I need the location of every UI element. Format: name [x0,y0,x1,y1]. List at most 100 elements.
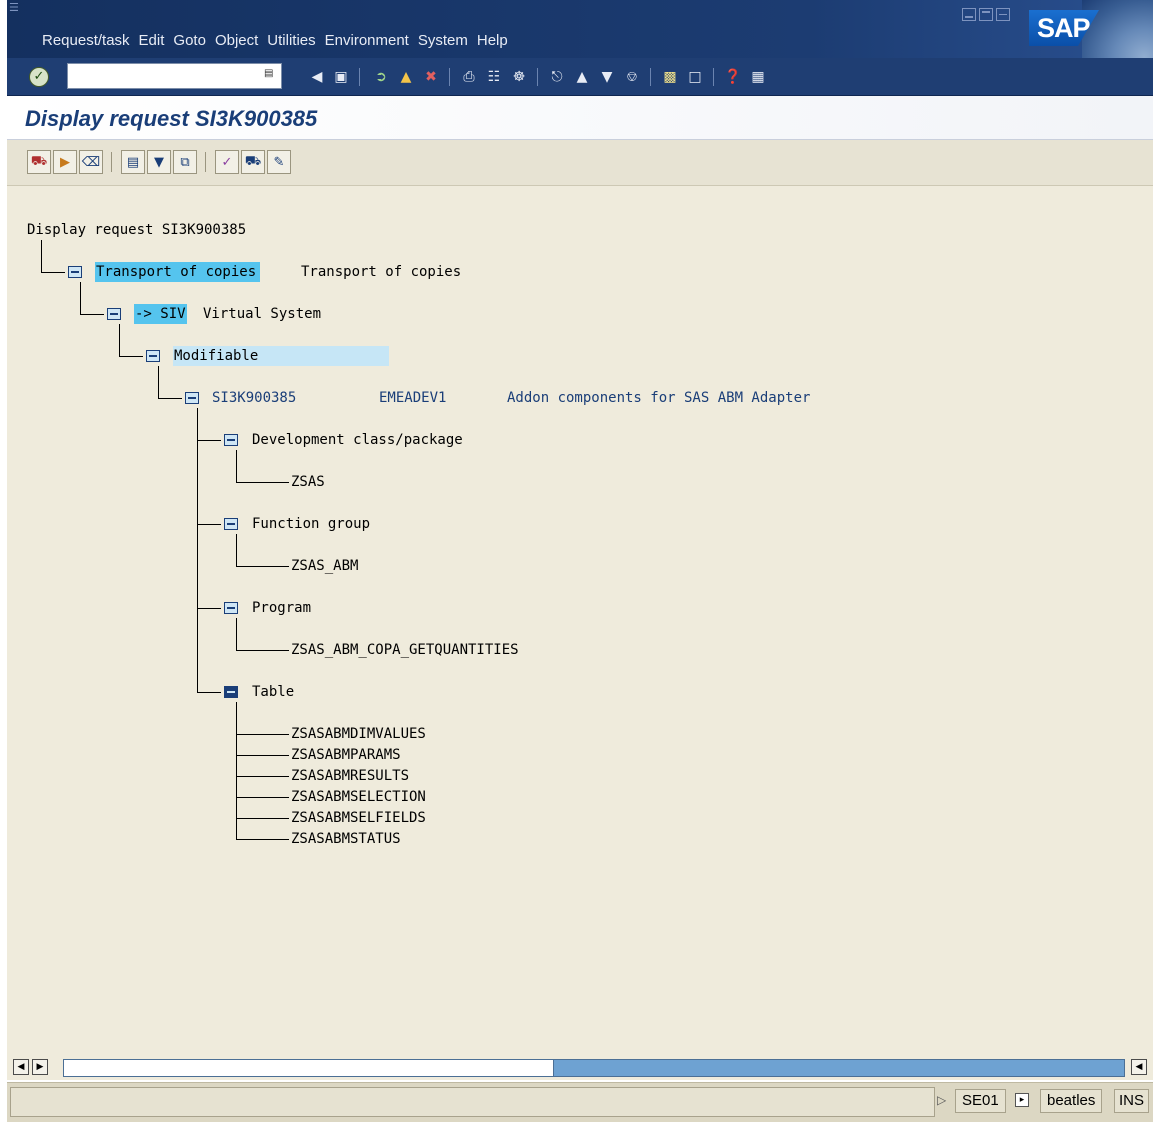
folder-open-icon[interactable] [107,308,121,320]
tree-node-category[interactable]: Function group [252,514,370,534]
tree-node-object[interactable]: ZSAS [291,472,325,492]
tree-node-object[interactable]: ZSASABMRESULTS [291,766,409,786]
last-page-icon[interactable]: ⎊ [622,67,642,87]
release-icon[interactable]: ⛟ [27,150,51,174]
tree-node-object[interactable]: ZSASABMSTATUS [291,829,401,849]
tree-node-object[interactable]: ZSAS_ABM_COPA_GETQUANTITIES [291,640,519,660]
tree-connector [236,618,237,651]
folder-open-icon[interactable] [146,350,160,362]
tree-connector [80,314,104,315]
first-page-icon[interactable]: ⎋ [547,67,567,87]
next-page-icon[interactable]: ▼ [597,67,617,87]
tree-connector [197,692,221,693]
command-field[interactable] [67,63,282,89]
status-transaction: SE01 [955,1089,1006,1113]
import-icon[interactable]: ▼ [147,150,171,174]
tree-node-target-system[interactable]: -> SIV [134,304,187,324]
status-expand-icon[interactable]: ▷ [937,1093,946,1107]
folder-open-icon[interactable] [224,602,238,614]
close-icon[interactable] [996,8,1010,21]
title-bar: ☰ Request/task Edit Goto Object Utilitie… [7,0,1153,95]
cancel-icon[interactable]: ✖ [421,67,441,87]
back-arrow-icon[interactable]: ◀ [307,67,327,87]
tree-node-request-description: Addon components for SAS ABM Adapter [507,390,811,406]
enter-check-icon[interactable]: ✓ [29,67,49,87]
tree-connector [197,608,221,609]
status-message-area [10,1087,935,1117]
system-toolbar: ✓ ▤ ◀ ▣ ➲ ▲ ✖ ⎙ ☷ ☸ ⎋ ▲ ▼ ⎊ ▩ □ ❓ ▦ [7,58,1153,96]
command-history-icon[interactable]: ▤ [264,68,274,82]
new-session-icon[interactable]: ▩ [660,67,680,87]
minimize-icon[interactable] [962,8,976,21]
folder-open-icon[interactable] [185,392,199,404]
find-icon[interactable]: ☷ [484,67,504,87]
tree-connector [236,482,289,483]
menu-edit[interactable]: Edit [139,32,174,52]
tree-connector [158,366,159,399]
request-tree: Display request SI3K900385 Transport of … [7,186,1153,1056]
tree-connector [119,356,143,357]
folder-open-icon[interactable] [224,434,238,446]
scroll-right-icon[interactable]: ▶ [32,1059,48,1075]
menu-help[interactable]: Help [477,32,517,52]
back-icon[interactable]: ➲ [371,67,391,87]
status-insert-mode[interactable]: INS [1114,1089,1150,1113]
scrollbar-track[interactable] [63,1059,1125,1077]
scroll-left-end-icon[interactable]: ◀ [1131,1059,1147,1075]
folder-open-icon[interactable] [68,266,82,278]
tree-node-category[interactable]: Development class/package [252,430,463,450]
tree-node-object[interactable]: ZSASABMDIMVALUES [291,724,426,744]
tree-node-request-id[interactable]: SI3K900385 [212,388,296,408]
delete-icon[interactable]: ⌫ [79,150,103,174]
status-user: beatles [1040,1089,1103,1113]
screen-title-bar: Display request SI3K900385 [7,96,1153,140]
tree-node-object[interactable]: ZSAS_ABM [291,556,358,576]
system-info-icon[interactable]: ▸ [1015,1093,1029,1107]
tree-connector [197,408,198,693]
tree-connector [236,734,289,735]
menu-system[interactable]: System [418,32,477,52]
tree-connector [236,776,289,777]
copy-icon[interactable]: ⧉ [173,150,197,174]
tree-node-category[interactable]: Table [252,682,294,702]
toolbar-separator [359,68,360,86]
toolbar-separator [205,152,206,172]
folder-open-icon[interactable] [224,686,238,698]
tree-node-object[interactable]: ZSASABMPARAMS [291,745,401,765]
menu-environment[interactable]: Environment [325,32,418,52]
menu-object[interactable]: Object [215,32,267,52]
scroll-left-icon[interactable]: ◀ [13,1059,29,1075]
tree-connector [236,839,289,840]
save-icon[interactable]: ▣ [331,67,351,87]
print-icon[interactable]: ⎙ [459,67,479,87]
menu-utilities[interactable]: Utilities [267,32,324,52]
check-objects-icon[interactable]: ✓ [215,150,239,174]
help-icon[interactable]: ❓ [723,67,743,87]
tree-connector [236,818,289,819]
tree-node-object[interactable]: ZSASABMSELFIELDS [291,808,426,828]
system-menu-icon[interactable]: ☰ [9,2,23,14]
folder-open-icon[interactable] [224,518,238,530]
shortcut-icon[interactable]: □ [685,67,705,87]
scrollbar-thumb[interactable] [64,1060,554,1076]
menu-request-task[interactable]: Request/task [42,32,139,52]
find-next-icon[interactable]: ☸ [509,67,529,87]
tree-connector [236,566,289,567]
release-directly-icon[interactable]: ▶ [53,150,77,174]
documentation-icon[interactable]: ✎ [267,150,291,174]
transport-logs-icon[interactable]: ⛟ [241,150,265,174]
display-object-list-icon[interactable]: ▤ [121,150,145,174]
menu-goto[interactable]: Goto [173,32,215,52]
tree-root-label: Display request SI3K900385 [27,222,247,238]
tree-connector [236,450,237,483]
tree-node-transport-of-copies[interactable]: Transport of copies [95,262,261,282]
tree-node-modifiable[interactable]: Modifiable [173,346,389,366]
exit-icon[interactable]: ▲ [396,67,416,87]
tree-node-object[interactable]: ZSASABMSELECTION [291,787,426,807]
previous-page-icon[interactable]: ▲ [572,67,592,87]
tree-node-category[interactable]: Program [252,598,311,618]
tree-connector [197,440,221,441]
maximize-icon[interactable] [979,8,993,21]
horizontal-scrollbar[interactable]: ◀ ▶ ◀ [7,1056,1153,1080]
layout-menu-icon[interactable]: ▦ [748,67,768,87]
